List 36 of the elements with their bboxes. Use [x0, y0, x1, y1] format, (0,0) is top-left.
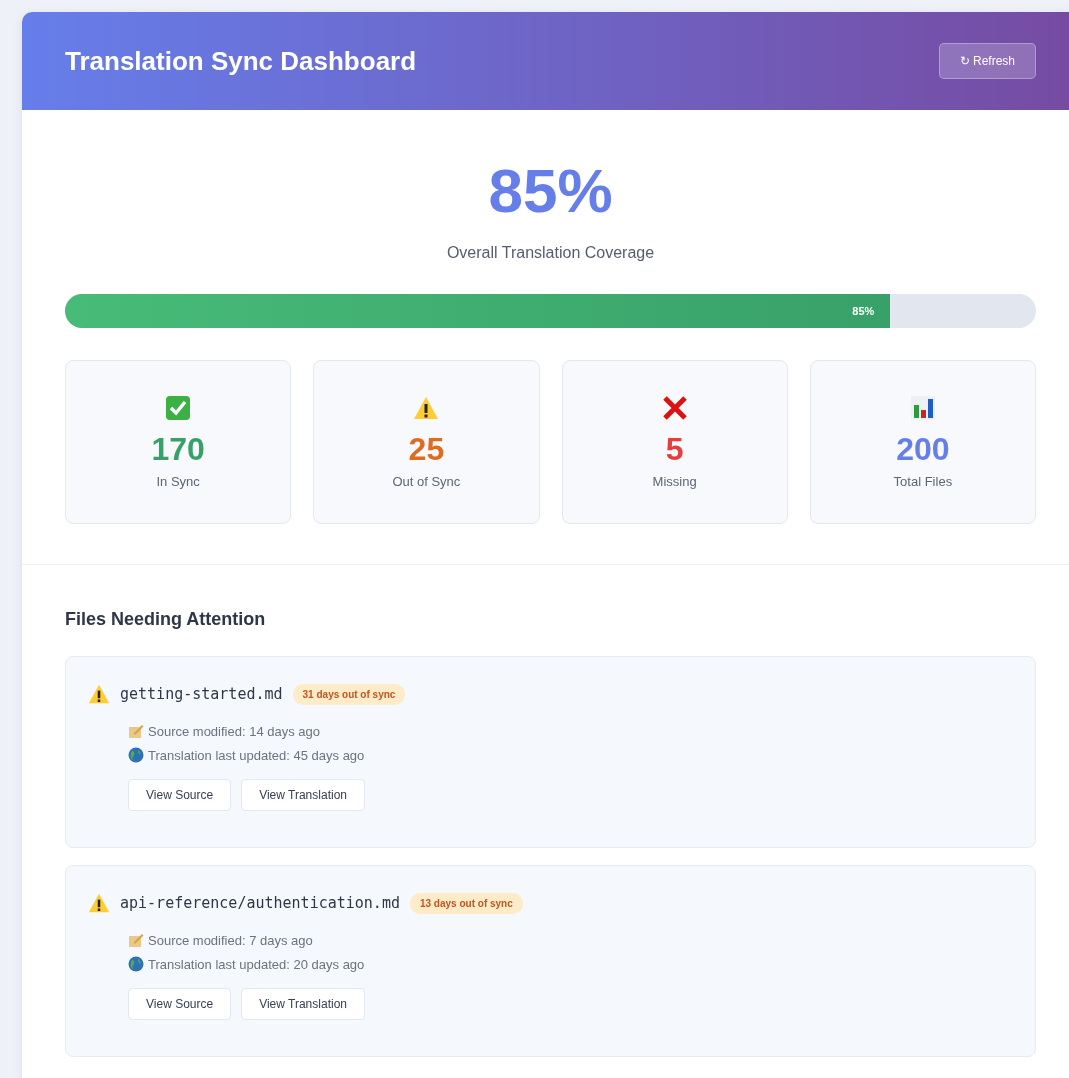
bar-chart-icon — [909, 395, 936, 421]
stat-label: Out of Sync — [392, 474, 461, 489]
sync-badge: 31 days out of sync — [292, 683, 406, 705]
source-modified-text: Source modified: 14 days ago — [148, 723, 320, 739]
refresh-button[interactable]: ↻ Refresh — [938, 43, 1036, 79]
translation-updated-text: Translation last updated: 20 days ago — [148, 956, 365, 972]
translation-updated-text: Translation last updated: 45 days ago — [148, 747, 365, 763]
file-name: getting-started.md — [120, 685, 283, 703]
file-action-button[interactable]: View Translation — [241, 779, 365, 811]
coverage-percentage: 85% — [488, 160, 613, 222]
source-modified-text: Source modified: 7 days ago — [148, 932, 313, 948]
file-action-button[interactable]: View Source — [128, 988, 232, 1020]
section-title: Files Needing Attention — [65, 609, 267, 630]
file-name: api-reference/authentication.md — [120, 894, 400, 912]
memo-icon — [128, 723, 144, 739]
globe-icon — [128, 747, 144, 763]
stat-label: In Sync — [156, 474, 200, 489]
globe-icon — [128, 956, 144, 972]
cross-icon — [661, 395, 688, 421]
file-action-button[interactable]: View Source — [128, 779, 232, 811]
sync-badge: 13 days out of sync — [409, 892, 523, 914]
warning-icon — [413, 395, 440, 421]
check-icon — [165, 395, 192, 421]
stat-value: 170 — [151, 431, 205, 468]
coverage-label: Overall Translation Coverage — [446, 244, 655, 262]
warning-icon — [88, 683, 110, 705]
memo-icon — [128, 932, 144, 948]
stat-value: 200 — [896, 431, 950, 468]
stat-label: Missing — [652, 474, 697, 489]
progress-label: 85% — [852, 305, 875, 317]
warning-icon — [88, 892, 110, 914]
stat-value: 5 — [665, 431, 684, 468]
stat-value: 25 — [408, 431, 445, 468]
dashboard-title: Translation Sync Dashboard — [65, 45, 417, 77]
stat-label: Total Files — [893, 474, 953, 489]
file-action-button[interactable]: View Translation — [241, 988, 365, 1020]
